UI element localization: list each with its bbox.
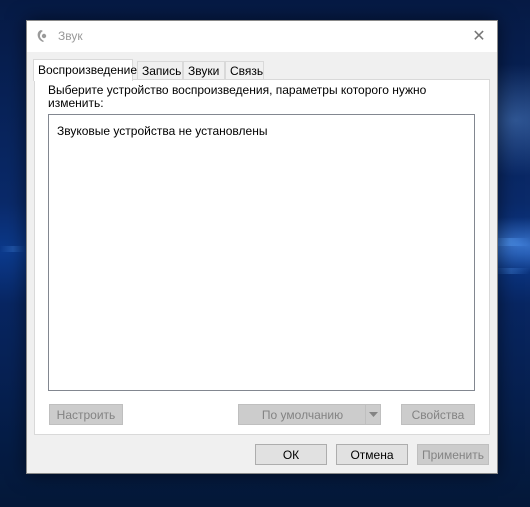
empty-list-message: Звуковые устройства не установлены [57, 124, 268, 138]
sound-dialog: Звук ✕ Воспроизведение Запись Звуки Связ… [26, 20, 498, 474]
playback-panel: Выберите устройство воспроизведения, пар… [34, 79, 490, 435]
tab-playback[interactable]: Воспроизведение [33, 59, 137, 81]
tab-recording[interactable]: Запись [137, 61, 183, 79]
close-button[interactable]: ✕ [461, 21, 497, 51]
speaker-icon [37, 30, 47, 42]
set-default-dropdown[interactable] [365, 405, 380, 424]
tab-communications[interactable]: Связь [225, 61, 264, 79]
cancel-button[interactable]: Отмена [336, 444, 408, 465]
apply-button[interactable]: Применить [417, 444, 489, 465]
title-bar[interactable]: Звук ✕ [27, 21, 497, 52]
desktop-light-streak [0, 246, 26, 252]
ok-button[interactable]: ОК [255, 444, 327, 465]
tab-sounds[interactable]: Звуки [183, 61, 225, 79]
properties-button[interactable]: Свойства [401, 404, 475, 425]
set-default-button[interactable]: По умолчанию [238, 404, 381, 425]
instruction-text: Выберите устройство воспроизведения, пар… [48, 83, 427, 110]
close-icon: ✕ [472, 28, 486, 45]
device-list[interactable]: Звуковые устройства не установлены [48, 114, 475, 391]
window-title: Звук [58, 29, 83, 43]
set-default-label: По умолчанию [261, 407, 344, 422]
configure-button[interactable]: Настроить [49, 404, 123, 425]
chevron-down-icon [368, 412, 378, 417]
